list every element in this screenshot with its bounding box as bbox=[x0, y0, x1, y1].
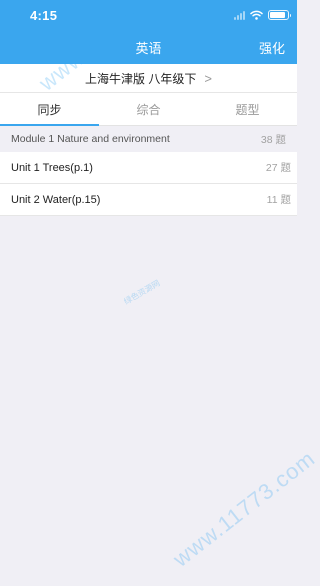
unit-list: Unit 1 Trees(p.1) 27 题 Unit 2 Water(p.15… bbox=[0, 152, 297, 216]
watermark-small: 绿色资源网 bbox=[122, 278, 162, 307]
strengthen-button[interactable]: 强化 bbox=[259, 38, 285, 57]
module-count: 38 题 bbox=[260, 133, 286, 146]
textbook-label: 上海牛津版 八年级下 bbox=[85, 71, 197, 86]
unit-count: 11 题 bbox=[266, 194, 291, 206]
unit-count: 27 题 bbox=[265, 162, 291, 174]
tab-bar: 同步 综合 题型 bbox=[0, 92, 297, 126]
chevron-right-icon: > bbox=[204, 70, 212, 86]
tab-sync[interactable]: 同步 bbox=[0, 93, 99, 126]
list-item[interactable]: Unit 1 Trees(p.1) 27 题 bbox=[0, 152, 297, 184]
textbook-selector[interactable]: 上海牛津版 八年级下 > bbox=[0, 64, 297, 92]
tab-question-types[interactable]: 题型 bbox=[198, 93, 297, 125]
list-item[interactable]: Unit 2 Water(p.15) 11 题 bbox=[0, 184, 297, 216]
status-icons bbox=[234, 9, 291, 21]
module-header[interactable]: Module 1 Nature and environment 38 题 bbox=[0, 126, 297, 152]
wifi-icon bbox=[250, 10, 263, 20]
status-time: 4:15 bbox=[30, 8, 58, 23]
unit-title: Unit 1 Trees(p.1) bbox=[11, 161, 93, 174]
page-title: 英语 bbox=[135, 41, 162, 56]
module-title: Module 1 Nature and environment bbox=[11, 133, 170, 145]
nav-header: 4:15 英语 强化 bbox=[0, 0, 297, 64]
tab-comprehensive[interactable]: 综合 bbox=[99, 93, 198, 125]
watermark: www.11773.com bbox=[168, 445, 320, 572]
unit-title: Unit 2 Water(p.15) bbox=[11, 193, 101, 206]
signal-icon bbox=[234, 10, 245, 20]
battery-icon bbox=[268, 10, 291, 20]
